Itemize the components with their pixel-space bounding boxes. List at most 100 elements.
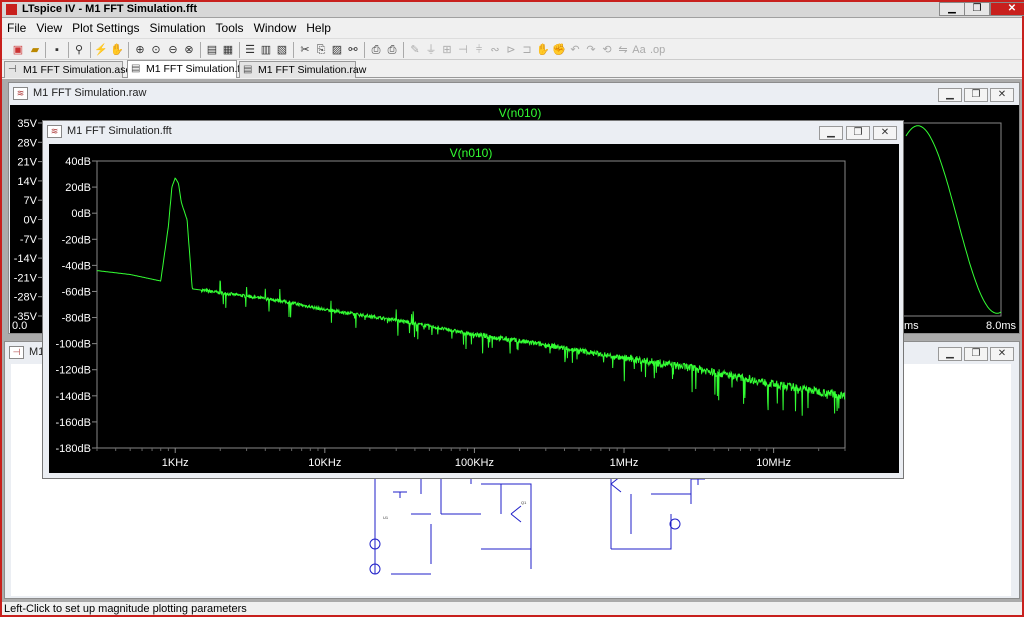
zoom-fit-icon[interactable]: ⊗ xyxy=(182,43,196,57)
cursor-icon[interactable]: ▦ xyxy=(221,43,235,57)
fft-x-tick-label: 10MHz xyxy=(756,457,791,469)
new-schematic-icon[interactable]: ▣ xyxy=(11,43,25,57)
menu-file[interactable]: File xyxy=(2,19,31,35)
fft-x-tick-label: 1MHz xyxy=(610,457,639,469)
paste-icon[interactable]: ▨ xyxy=(330,43,344,57)
diode-icon[interactable]: ⊳ xyxy=(504,43,518,57)
tile-horizontal-icon[interactable]: ☰ xyxy=(243,43,257,57)
cascade-icon[interactable]: ▧ xyxy=(275,43,289,57)
menu-simulation[interactable]: Simulation xyxy=(145,19,211,35)
raw-minimize-button[interactable]: ▁ xyxy=(938,88,962,102)
close-button[interactable]: ✕ xyxy=(990,2,1024,16)
toolbar-separator xyxy=(293,42,294,58)
menu-view[interactable]: View xyxy=(31,19,67,35)
raw-close-button[interactable]: ✕ xyxy=(990,88,1014,102)
pan-icon[interactable]: ⊙ xyxy=(149,43,163,57)
raw-trace-line[interactable] xyxy=(905,125,1002,314)
fft-close-button[interactable]: ✕ xyxy=(873,126,897,140)
raw-trace-label[interactable]: V(n010) xyxy=(499,106,542,120)
tab-label: M1 FFT Simulation.fft xyxy=(146,63,246,75)
toolbar-separator xyxy=(364,42,365,58)
halt-icon[interactable]: ✋ xyxy=(110,43,124,57)
print-icon[interactable]: ⎙ xyxy=(385,43,399,57)
fft-spectrum-trace[interactable] xyxy=(97,177,846,416)
menu-help[interactable]: Help xyxy=(301,19,336,35)
copy-icon[interactable]: ⎘ xyxy=(314,43,328,57)
inductor-icon[interactable]: ∾ xyxy=(488,43,502,57)
ltspice-logo-icon xyxy=(6,4,17,15)
fft-x-tick-label: 1KHz xyxy=(162,457,189,469)
fft-y-tick-label: -60dB xyxy=(62,286,91,298)
fft-trace-label[interactable]: V(n010) xyxy=(450,146,493,160)
fft-x-tick-label: 100KHz xyxy=(455,457,494,469)
tab-fft[interactable]: ▤ M1 FFT Simulation.fft xyxy=(127,60,246,78)
raw-y-tick-label: 7V xyxy=(24,195,38,207)
capacitor-icon[interactable]: ⫩ xyxy=(472,43,486,57)
toolbar-separator xyxy=(128,42,129,58)
raw-y-tick-label: 35V xyxy=(17,118,37,130)
schematic-minimize-button[interactable]: ▁ xyxy=(938,347,962,361)
raw-restore-button[interactable]: ❐ xyxy=(964,88,988,102)
raw-y-tick-label: -28V xyxy=(14,292,38,304)
fft-minimize-button[interactable]: ▁ xyxy=(819,126,843,140)
mirror-icon[interactable]: ⇋ xyxy=(616,43,630,57)
fft-spectrum-plot[interactable]: V(n010) 40dB 20dB 0dB -20dB -40dB -60dB -80dB -… xyxy=(49,144,899,473)
raw-y-tick-label: 14V xyxy=(17,176,37,188)
open-icon[interactable]: ▰ xyxy=(28,43,42,57)
raw-y-tick-label: 21V xyxy=(17,157,37,169)
raw-x-tick-start: 0.0 xyxy=(12,320,27,332)
fft-plot-area[interactable]: V(n010) 40dB 20dB 0dB -20dB -40dB -60dB -80dB -… xyxy=(49,144,899,473)
run-icon[interactable]: ⚡ xyxy=(94,43,108,57)
tab-raw[interactable]: ▤ M1 FFT Simulation.raw xyxy=(239,61,366,78)
move-icon[interactable]: ✋ xyxy=(536,43,550,57)
toolbar-separator xyxy=(239,42,240,58)
schematic-restore-button[interactable]: ❐ xyxy=(964,347,988,361)
zoom-out-icon[interactable]: ⊖ xyxy=(166,43,180,57)
raw-y-tick-label: 0V xyxy=(24,215,38,227)
fft-y-tick-label: 0dB xyxy=(71,208,91,220)
fft-y-tick-label: -180dB xyxy=(56,443,91,455)
redo-icon[interactable]: ↷ xyxy=(584,43,598,57)
tab-bar: ⊣ M1 FFT Simulation.asc ▤ M1 FFT Simulat… xyxy=(2,60,1022,78)
component-icon[interactable]: ⊐ xyxy=(520,43,534,57)
fft-x-tick-label: 10KHz xyxy=(308,457,341,469)
rotate-icon[interactable]: ⟲ xyxy=(600,43,614,57)
resistor-icon[interactable]: ⊣ xyxy=(456,43,470,57)
autorange-icon[interactable]: ▤ xyxy=(205,43,219,57)
raw-window-title: M1 FFT Simulation.raw xyxy=(33,87,147,99)
drag-icon[interactable]: ✊ xyxy=(552,43,566,57)
waveform-icon: ▤ xyxy=(243,64,253,75)
raw-y-tick-label: -21V xyxy=(14,272,38,284)
menu-tools[interactable]: Tools xyxy=(211,19,249,35)
tab-label: M1 FFT Simulation.raw xyxy=(258,64,367,76)
text-icon[interactable]: Aa xyxy=(632,43,646,57)
raw-y-tick-label: -7V xyxy=(20,234,38,246)
cut-icon[interactable]: ✂ xyxy=(298,43,312,57)
fft-plot-frame xyxy=(96,160,846,449)
menu-plot-settings[interactable]: Plot Settings xyxy=(67,19,144,35)
fft-y-tick-label: -140dB xyxy=(56,391,91,403)
fft-y-tick-label: -120dB xyxy=(56,365,91,377)
tile-vertical-icon[interactable]: ▥ xyxy=(259,43,273,57)
minimize-button[interactable]: ▁ xyxy=(939,2,965,16)
tab-label: M1 FFT Simulation.asc xyxy=(23,64,131,76)
tab-asc[interactable]: ⊣ M1 FFT Simulation.asc xyxy=(4,61,131,78)
zoom-in-icon[interactable]: ⊕ xyxy=(133,43,147,57)
restore-button[interactable]: ❐ xyxy=(964,2,990,16)
fft-y-tick-label: -40dB xyxy=(62,260,91,272)
spice-directive-icon[interactable]: .op xyxy=(650,43,665,57)
raw-x-tick-end: 8.0ms xyxy=(986,320,1016,332)
schematic-icon: ⊣ xyxy=(8,64,17,75)
control-panel-icon[interactable]: ⚲ xyxy=(72,43,86,57)
fft-restore-button[interactable]: ❐ xyxy=(846,126,870,140)
label-net-icon[interactable]: ⊞ xyxy=(440,43,454,57)
find-icon[interactable]: ⚯ xyxy=(346,43,360,57)
title-bar: LTspice IV - M1 FFT Simulation.fft ▁ ❐ ✕ xyxy=(2,2,1024,18)
undo-icon[interactable]: ↶ xyxy=(568,43,582,57)
menu-window[interactable]: Window xyxy=(249,19,302,35)
save-icon[interactable]: ▪ xyxy=(50,43,64,57)
schematic-close-button[interactable]: ✕ xyxy=(990,347,1014,361)
print-preview-icon[interactable]: ⎙ xyxy=(369,43,383,57)
wire-icon[interactable]: ✎ xyxy=(408,43,422,57)
ground-icon[interactable]: ⏚ xyxy=(424,43,438,57)
